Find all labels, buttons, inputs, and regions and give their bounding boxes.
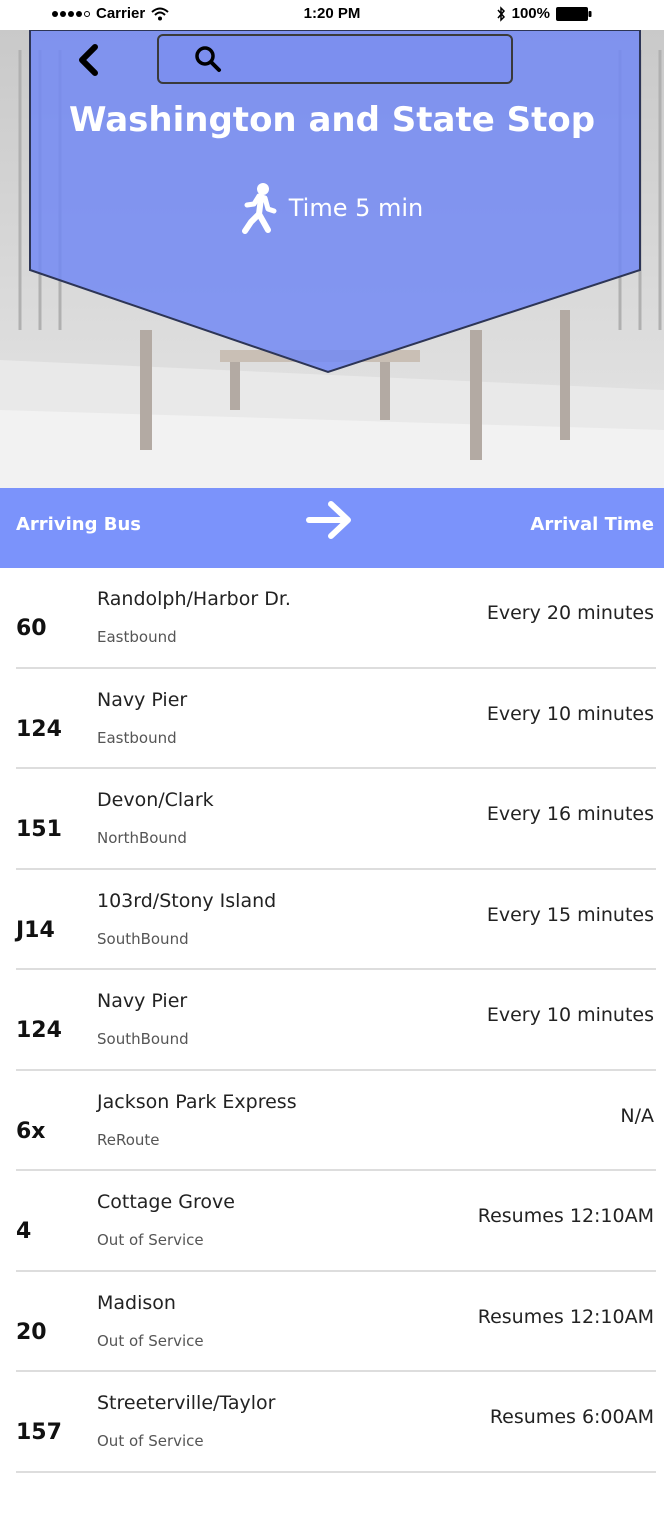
route-number: 6x [16, 1118, 46, 1144]
route-name: Cottage Grove [97, 1191, 235, 1213]
list-item[interactable]: 124 Navy Pier SouthBound Every 10 minute… [0, 970, 664, 1071]
arrival-time: Resumes 6:00AM [489, 1406, 654, 1428]
route-number: 20 [16, 1319, 47, 1345]
arrival-time: N/A [620, 1104, 654, 1127]
route-name: 103rd/Stony Island [97, 889, 277, 912]
route-direction: Out of Service [97, 1231, 204, 1249]
list-item[interactable]: J14 103rd/Stony Island SouthBound Every … [0, 870, 664, 970]
arrivals-header: Arriving Bus Arrival Time [0, 488, 664, 568]
arriving-bus-label: Arriving Bus [16, 514, 141, 535]
arrival-time: Resumes 12:10AM [477, 1305, 654, 1328]
arrival-time: Every 16 minutes [486, 803, 654, 825]
route-name: Devon/Clark [97, 789, 214, 811]
arrival-time-label: Arrival Time [530, 514, 654, 535]
route-direction: SouthBound [97, 929, 189, 948]
list-item[interactable]: 124 Navy Pier Eastbound Every 10 minutes [0, 669, 664, 769]
route-number: 124 [16, 716, 62, 742]
route-number: 124 [16, 1018, 62, 1043]
arrival-time: Every 15 minutes [486, 903, 654, 926]
route-name: Navy Pier [97, 990, 188, 1012]
arrow-right-icon[interactable] [305, 498, 355, 542]
arrival-time: Every 10 minutes [486, 1004, 654, 1026]
search-icon [195, 46, 221, 72]
walking-person-icon [241, 183, 277, 234]
list-item[interactable]: 4 Cottage Grove Out of Service Resumes 1… [0, 1171, 664, 1272]
walk-time-label: Time 5 min [288, 194, 424, 222]
status-bar: Carrier 1:20 PM 100% [0, 0, 664, 30]
list-item[interactable]: 20 Madison Out of Service Resumes 12:10A… [0, 1272, 664, 1372]
route-direction: SouthBound [97, 1030, 189, 1048]
route-direction: Eastbound [97, 628, 177, 646]
battery-icon [556, 6, 592, 21]
route-direction: Out of Service [97, 1331, 204, 1350]
arrivals-list: 60 Randolph/Harbor Dr. Eastbound Every 2… [0, 568, 664, 1473]
arrival-time: Resumes 12:10AM [477, 1205, 654, 1227]
route-name: Navy Pier [97, 688, 188, 711]
divider [16, 1470, 656, 1473]
chevron-left-icon [79, 44, 98, 76]
route-name: Streeterville/Taylor [97, 1392, 276, 1414]
route-name: Jackson Park Express [97, 1090, 297, 1113]
route-direction: Eastbound [97, 728, 177, 747]
route-number: 157 [16, 1420, 62, 1445]
arrival-time: Every 20 minutes [486, 602, 654, 624]
stop-title: Washington and State Stop [68, 100, 596, 140]
list-item[interactable]: 6x Jackson Park Express ReRoute N/A [0, 1071, 664, 1171]
route-number: 4 [16, 1219, 32, 1244]
route-direction: NorthBound [97, 829, 187, 847]
route-number: J14 [16, 917, 55, 943]
stop-hero: Washington and State Stop Time 5 min [0, 30, 664, 488]
route-name: Madison [97, 1291, 176, 1314]
battery-group: 100% [496, 5, 592, 22]
arrival-time: Every 10 minutes [486, 702, 654, 725]
bluetooth-icon [497, 5, 505, 22]
list-item[interactable]: 151 Devon/Clark NorthBound Every 16 minu… [0, 769, 664, 870]
stop-banner [29, 30, 641, 374]
list-item[interactable]: 60 Randolph/Harbor Dr. Eastbound Every 2… [0, 568, 664, 669]
battery-percent: 100% [511, 5, 550, 22]
back-button[interactable] [68, 38, 108, 82]
route-name: Randolph/Harbor Dr. [97, 588, 291, 610]
route-direction: ReRoute [97, 1130, 160, 1149]
route-number: 60 [16, 616, 47, 641]
route-direction: Out of Service [97, 1432, 204, 1450]
route-number: 151 [16, 817, 62, 842]
search-input[interactable] [157, 34, 513, 84]
list-item[interactable]: 157 Streeterville/Taylor Out of Service … [0, 1372, 664, 1473]
walk-time: Time 5 min [0, 182, 664, 234]
